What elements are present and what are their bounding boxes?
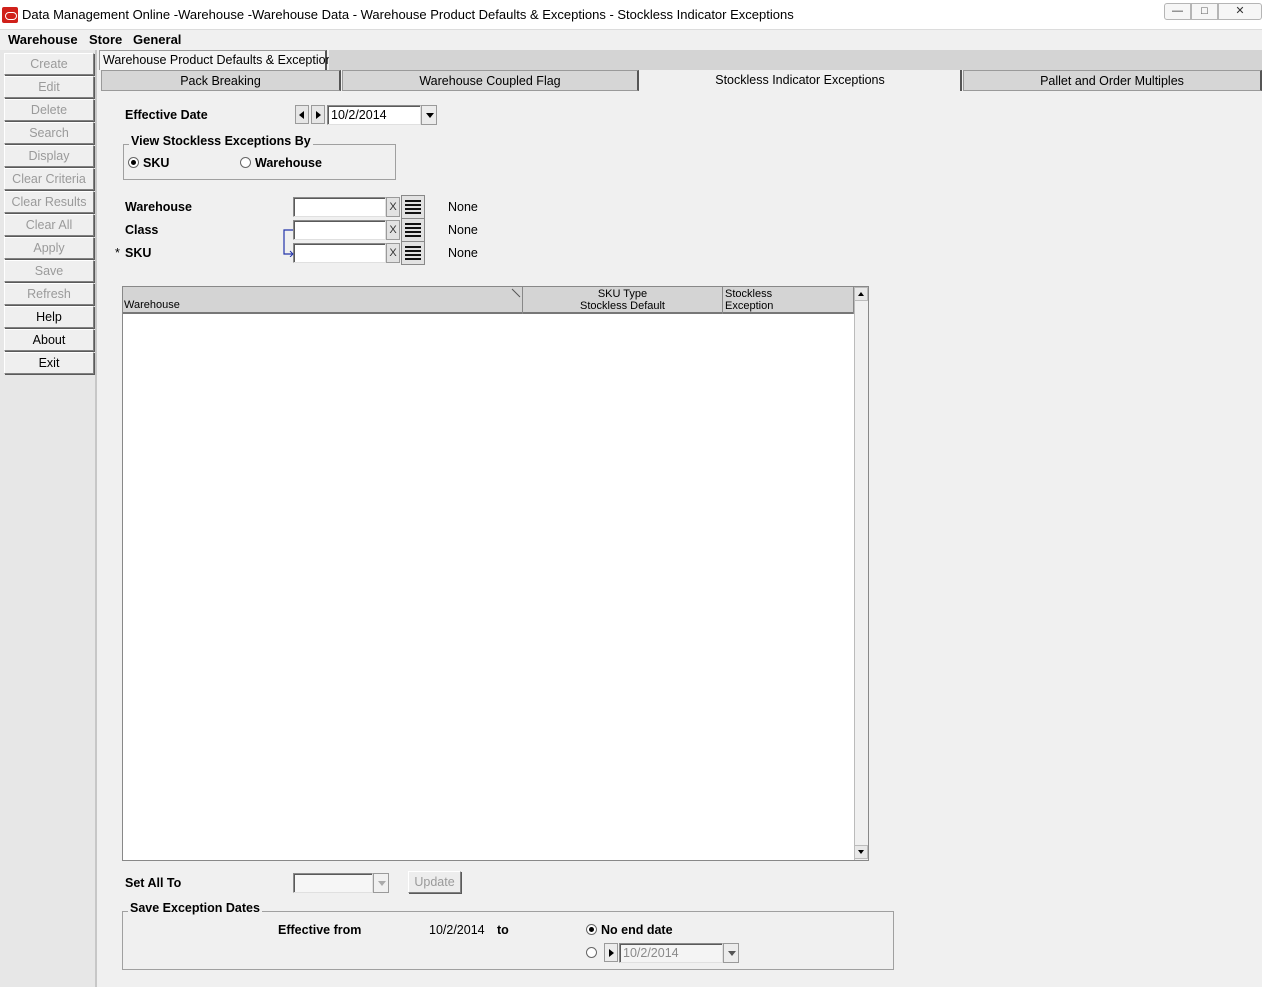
about-button[interactable]: About <box>4 329 94 351</box>
left-arrow-icon <box>299 111 304 119</box>
save-exception-dates-title: Save Exception Dates <box>128 901 262 915</box>
clear-all-button[interactable]: Clear All <box>4 214 94 236</box>
refresh-button[interactable]: Refresh <box>4 283 94 305</box>
effective-date-field[interactable]: 10/2/2014 <box>327 105 421 125</box>
warehouse-list-button[interactable] <box>401 195 425 219</box>
exit-button[interactable]: Exit <box>4 352 94 374</box>
set-all-to-dropdown-button[interactable] <box>373 873 389 893</box>
date-next-button[interactable] <box>311 105 325 124</box>
menu-store[interactable]: Store <box>89 32 122 47</box>
sku-label: SKU <box>125 246 152 260</box>
view-by-warehouse-label: Warehouse <box>255 156 322 170</box>
update-button[interactable]: Update <box>408 871 461 893</box>
column-header-warehouse-label: Warehouse <box>124 299 180 311</box>
right-arrow-icon <box>316 111 321 119</box>
tab-warehouse-product-defaults[interactable]: Warehouse Product Defaults & Exceptions <box>99 50 339 70</box>
end-date-field[interactable]: 10/2/2014 <box>619 943 723 963</box>
set-all-to-label: Set All To <box>125 876 182 890</box>
class-label: Class <box>125 223 159 237</box>
no-end-date-radio[interactable] <box>586 924 597 935</box>
chevron-down-icon <box>378 881 386 886</box>
chevron-down-icon <box>728 951 736 956</box>
minimize-button[interactable]: — <box>1164 3 1191 20</box>
column-header-stockless-line2: Exception <box>725 300 774 312</box>
grid-vertical-scrollbar[interactable] <box>854 287 868 860</box>
sku-required-mark: * <box>115 246 120 260</box>
tab-strip-background <box>329 50 1262 70</box>
effective-from-label: Effective from <box>278 923 362 937</box>
edit-button[interactable]: Edit <box>4 76 94 98</box>
set-all-to-select[interactable] <box>293 873 373 893</box>
sku-clear-button[interactable]: X <box>386 243 400 263</box>
window-title: Data Management Online -Warehouse -Wareh… <box>22 7 794 22</box>
display-button[interactable]: Display <box>4 145 94 167</box>
up-arrow-icon <box>858 292 864 296</box>
sku-list-button[interactable] <box>401 241 425 265</box>
clear-criteria-button[interactable]: Clear Criteria <box>4 168 94 190</box>
column-header-sku-type-default[interactable]: SKU Type Stockless Default <box>523 287 723 314</box>
sku-description: None <box>448 246 478 260</box>
save-button[interactable]: Save <box>4 260 94 282</box>
column-header-stockless-line1: Stockless <box>725 288 773 300</box>
column-header-sku-type-line2: Stockless Default <box>580 300 665 312</box>
menu-bar <box>0 30 1262 50</box>
down-arrow-icon <box>858 850 864 854</box>
column-header-warehouse[interactable]: Warehouse <box>123 287 523 314</box>
create-button[interactable]: Create <box>4 53 94 75</box>
warehouse-input[interactable] <box>293 197 386 217</box>
right-arrow-icon <box>609 949 614 957</box>
end-date-radio[interactable] <box>586 947 597 958</box>
sort-indicator-icon <box>511 288 521 298</box>
clear-results-button[interactable]: Clear Results <box>4 191 94 213</box>
to-label: to <box>497 923 509 937</box>
exceptions-grid[interactable] <box>122 286 869 861</box>
search-button[interactable]: Search <box>4 122 94 144</box>
scroll-down-button[interactable] <box>854 845 868 859</box>
scroll-up-button[interactable] <box>854 287 868 301</box>
menu-warehouse[interactable]: Warehouse <box>8 32 78 47</box>
help-button[interactable]: Help <box>4 306 94 328</box>
menu-general[interactable]: General <box>133 32 181 47</box>
warehouse-clear-button[interactable]: X <box>386 197 400 217</box>
class-description: None <box>448 223 478 237</box>
view-by-sku-radio[interactable] <box>128 157 139 168</box>
date-prev-button[interactable] <box>295 105 309 124</box>
save-exception-dates-group <box>122 911 894 970</box>
class-clear-button[interactable]: X <box>386 220 400 240</box>
effective-date-label: Effective Date <box>125 108 208 122</box>
tab-pallet-order-multiples[interactable]: Pallet and Order Multiples <box>963 70 1262 91</box>
tab-stockless-indicator-exceptions[interactable]: Stockless Indicator Exceptions <box>640 70 962 91</box>
tab-warehouse-coupled-flag[interactable]: Warehouse Coupled Flag <box>342 70 639 91</box>
class-sku-link-icon <box>283 229 294 257</box>
view-by-sku-label: SKU <box>143 156 170 170</box>
warehouse-label: Warehouse <box>125 200 192 214</box>
end-date-dropdown-button[interactable] <box>723 943 739 963</box>
column-header-stockless-exception[interactable]: Stockless Exception <box>723 287 854 314</box>
app-logo-icon <box>2 7 18 23</box>
delete-button[interactable]: Delete <box>4 99 94 121</box>
warehouse-description: None <box>448 200 478 214</box>
view-by-title: View Stockless Exceptions By <box>129 134 313 148</box>
no-end-date-label: No end date <box>601 923 673 937</box>
class-input[interactable] <box>293 220 386 240</box>
sku-input[interactable] <box>293 243 386 263</box>
view-by-warehouse-radio[interactable] <box>240 157 251 168</box>
column-header-sku-type-line1: SKU Type <box>597 288 648 300</box>
tab-pack-breaking[interactable]: Pack Breaking <box>101 70 341 91</box>
maximize-button[interactable]: □ <box>1191 3 1218 20</box>
class-list-button[interactable] <box>401 218 425 242</box>
close-button[interactable]: ✕ <box>1218 3 1262 20</box>
effective-from-value: 10/2/2014 <box>429 923 485 937</box>
apply-button[interactable]: Apply <box>4 237 94 259</box>
effective-date-dropdown-button[interactable] <box>421 105 437 125</box>
chevron-down-icon <box>426 113 434 118</box>
end-date-next-button[interactable] <box>604 943 618 962</box>
